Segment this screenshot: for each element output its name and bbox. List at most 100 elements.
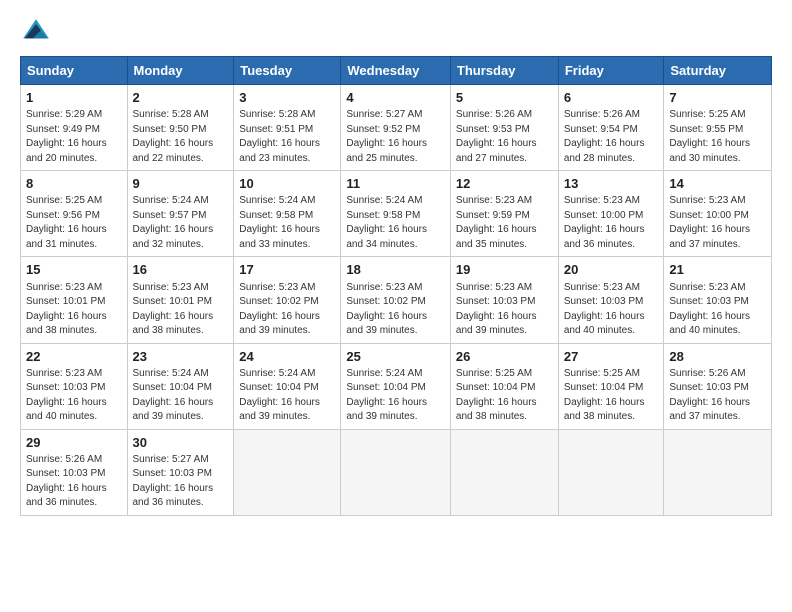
day-detail: Sunrise: 5:23 AM Sunset: 10:02 PM Daylig… xyxy=(239,281,335,339)
week-row-4: 22Sunrise: 5:23 AM Sunset: 10:03 PM Dayl… xyxy=(21,343,772,429)
logo-icon xyxy=(20,16,52,48)
day-detail: Sunrise: 5:23 AM Sunset: 10:01 PM Daylig… xyxy=(133,281,229,339)
day-detail: Sunrise: 5:25 AM Sunset: 9:55 PM Dayligh… xyxy=(669,108,766,166)
day-cell: 13Sunrise: 5:23 AM Sunset: 10:00 PM Dayl… xyxy=(558,171,664,257)
day-number: 5 xyxy=(456,89,553,107)
day-cell: 17 Sunrise: 5:23 AM Sunset: 10:02 PM Dayl… xyxy=(234,257,341,343)
day-detail: Sunrise: 5:27 AM Sunset: 10:03 PM Daylig… xyxy=(133,453,229,511)
day-number: 30 xyxy=(133,434,229,452)
header-cell-sunday: Sunday xyxy=(21,57,128,85)
day-detail: Sunrise: 5:26 AM Sunset: 10:03 PM Daylig… xyxy=(669,367,766,425)
calendar-table: SundayMondayTuesdayWednesdayThursdayFrid… xyxy=(20,56,772,516)
day-detail: Sunrise: 5:28 AM Sunset: 9:51 PM Dayligh… xyxy=(239,108,335,166)
week-row-1: 1Sunrise: 5:29 AM Sunset: 9:49 PM Daylig… xyxy=(21,85,772,171)
week-row-2: 8Sunrise: 5:25 AM Sunset: 9:56 PM Daylig… xyxy=(21,171,772,257)
header xyxy=(20,16,772,48)
day-detail: Sunrise: 5:25 AM Sunset: 10:04 PM Daylig… xyxy=(564,367,659,425)
day-number: 13 xyxy=(564,175,659,193)
day-cell: 24Sunrise: 5:24 AM Sunset: 10:04 PM Dayl… xyxy=(234,343,341,429)
day-detail: Sunrise: 5:23 AM Sunset: 10:02 PM Daylig… xyxy=(346,281,445,339)
day-number: 18 xyxy=(346,261,445,279)
day-cell: 27Sunrise: 5:25 AM Sunset: 10:04 PM Dayl… xyxy=(558,343,664,429)
day-detail: Sunrise: 5:23 AM Sunset: 10:00 PM Daylig… xyxy=(669,194,766,252)
day-detail: Sunrise: 5:23 AM Sunset: 10:03 PM Daylig… xyxy=(456,281,553,339)
day-number: 16 xyxy=(133,261,229,279)
day-number: 23 xyxy=(133,348,229,366)
day-number: 19 xyxy=(456,261,553,279)
day-detail: Sunrise: 5:23 AM Sunset: 9:59 PM Dayligh… xyxy=(456,194,553,252)
header-cell-saturday: Saturday xyxy=(664,57,772,85)
header-row: SundayMondayTuesdayWednesdayThursdayFrid… xyxy=(21,57,772,85)
header-cell-tuesday: Tuesday xyxy=(234,57,341,85)
day-cell xyxy=(234,429,341,515)
page: SundayMondayTuesdayWednesdayThursdayFrid… xyxy=(0,0,792,612)
day-cell: 11Sunrise: 5:24 AM Sunset: 9:58 PM Dayli… xyxy=(341,171,451,257)
day-detail: Sunrise: 5:25 AM Sunset: 10:04 PM Daylig… xyxy=(456,367,553,425)
day-number: 24 xyxy=(239,348,335,366)
header-cell-thursday: Thursday xyxy=(450,57,558,85)
day-detail: Sunrise: 5:29 AM Sunset: 9:49 PM Dayligh… xyxy=(26,108,122,166)
week-row-3: 15 Sunrise: 5:23 AM Sunset: 10:01 PM Dayl… xyxy=(21,257,772,343)
day-cell: 15 Sunrise: 5:23 AM Sunset: 10:01 PM Dayl… xyxy=(21,257,128,343)
day-cell: 5Sunrise: 5:26 AM Sunset: 9:53 PM Daylig… xyxy=(450,85,558,171)
day-cell xyxy=(450,429,558,515)
day-number: 25 xyxy=(346,348,445,366)
day-detail: Sunrise: 5:25 AM Sunset: 9:56 PM Dayligh… xyxy=(26,194,122,252)
day-detail: Sunrise: 5:24 AM Sunset: 10:04 PM Daylig… xyxy=(133,367,229,425)
day-number: 29 xyxy=(26,434,122,452)
day-number: 28 xyxy=(669,348,766,366)
day-cell: 28Sunrise: 5:26 AM Sunset: 10:03 PM Dayl… xyxy=(664,343,772,429)
day-cell: 9Sunrise: 5:24 AM Sunset: 9:57 PM Daylig… xyxy=(127,171,234,257)
day-cell: 20Sunrise: 5:23 AM Sunset: 10:03 PM Dayl… xyxy=(558,257,664,343)
day-cell: 6Sunrise: 5:26 AM Sunset: 9:54 PM Daylig… xyxy=(558,85,664,171)
day-cell: 4Sunrise: 5:27 AM Sunset: 9:52 PM Daylig… xyxy=(341,85,451,171)
day-cell: 10Sunrise: 5:24 AM Sunset: 9:58 PM Dayli… xyxy=(234,171,341,257)
day-cell: 23Sunrise: 5:24 AM Sunset: 10:04 PM Dayl… xyxy=(127,343,234,429)
day-cell: 19 Sunrise: 5:23 AM Sunset: 10:03 PM Dayl… xyxy=(450,257,558,343)
day-detail: Sunrise: 5:23 AM Sunset: 10:01 PM Daylig… xyxy=(26,281,122,339)
day-number: 8 xyxy=(26,175,122,193)
day-number: 15 xyxy=(26,261,122,279)
day-detail: Sunrise: 5:23 AM Sunset: 10:00 PM Daylig… xyxy=(564,194,659,252)
header-cell-wednesday: Wednesday xyxy=(341,57,451,85)
day-detail: Sunrise: 5:24 AM Sunset: 9:58 PM Dayligh… xyxy=(239,194,335,252)
calendar-body: 1Sunrise: 5:29 AM Sunset: 9:49 PM Daylig… xyxy=(21,85,772,516)
day-cell: 21Sunrise: 5:23 AM Sunset: 10:03 PM Dayl… xyxy=(664,257,772,343)
day-number: 1 xyxy=(26,89,122,107)
calendar-header: SundayMondayTuesdayWednesdayThursdayFrid… xyxy=(21,57,772,85)
day-detail: Sunrise: 5:26 AM Sunset: 9:53 PM Dayligh… xyxy=(456,108,553,166)
day-cell: 16 Sunrise: 5:23 AM Sunset: 10:01 PM Dayl… xyxy=(127,257,234,343)
week-row-5: 29Sunrise: 5:26 AM Sunset: 10:03 PM Dayl… xyxy=(21,429,772,515)
day-number: 12 xyxy=(456,175,553,193)
day-cell: 22Sunrise: 5:23 AM Sunset: 10:03 PM Dayl… xyxy=(21,343,128,429)
day-detail: Sunrise: 5:23 AM Sunset: 10:03 PM Daylig… xyxy=(564,281,659,339)
day-cell: 8Sunrise: 5:25 AM Sunset: 9:56 PM Daylig… xyxy=(21,171,128,257)
day-cell: 2Sunrise: 5:28 AM Sunset: 9:50 PM Daylig… xyxy=(127,85,234,171)
day-cell: 3Sunrise: 5:28 AM Sunset: 9:51 PM Daylig… xyxy=(234,85,341,171)
day-cell xyxy=(341,429,451,515)
day-number: 14 xyxy=(669,175,766,193)
day-detail: Sunrise: 5:24 AM Sunset: 10:04 PM Daylig… xyxy=(239,367,335,425)
day-detail: Sunrise: 5:26 AM Sunset: 9:54 PM Dayligh… xyxy=(564,108,659,166)
day-detail: Sunrise: 5:24 AM Sunset: 9:58 PM Dayligh… xyxy=(346,194,445,252)
day-number: 27 xyxy=(564,348,659,366)
day-number: 3 xyxy=(239,89,335,107)
day-number: 22 xyxy=(26,348,122,366)
day-cell: 7Sunrise: 5:25 AM Sunset: 9:55 PM Daylig… xyxy=(664,85,772,171)
day-detail: Sunrise: 5:23 AM Sunset: 10:03 PM Daylig… xyxy=(669,281,766,339)
day-detail: Sunrise: 5:24 AM Sunset: 9:57 PM Dayligh… xyxy=(133,194,229,252)
day-number: 9 xyxy=(133,175,229,193)
day-cell: 14Sunrise: 5:23 AM Sunset: 10:00 PM Dayl… xyxy=(664,171,772,257)
day-cell: 18 Sunrise: 5:23 AM Sunset: 10:02 PM Dayl… xyxy=(341,257,451,343)
day-number: 17 xyxy=(239,261,335,279)
day-cell: 29Sunrise: 5:26 AM Sunset: 10:03 PM Dayl… xyxy=(21,429,128,515)
day-detail: Sunrise: 5:28 AM Sunset: 9:50 PM Dayligh… xyxy=(133,108,229,166)
day-number: 6 xyxy=(564,89,659,107)
day-cell: 26Sunrise: 5:25 AM Sunset: 10:04 PM Dayl… xyxy=(450,343,558,429)
day-cell: 12Sunrise: 5:23 AM Sunset: 9:59 PM Dayli… xyxy=(450,171,558,257)
day-cell: 1Sunrise: 5:29 AM Sunset: 9:49 PM Daylig… xyxy=(21,85,128,171)
day-number: 11 xyxy=(346,175,445,193)
day-cell: 25Sunrise: 5:24 AM Sunset: 10:04 PM Dayl… xyxy=(341,343,451,429)
day-number: 2 xyxy=(133,89,229,107)
day-number: 7 xyxy=(669,89,766,107)
